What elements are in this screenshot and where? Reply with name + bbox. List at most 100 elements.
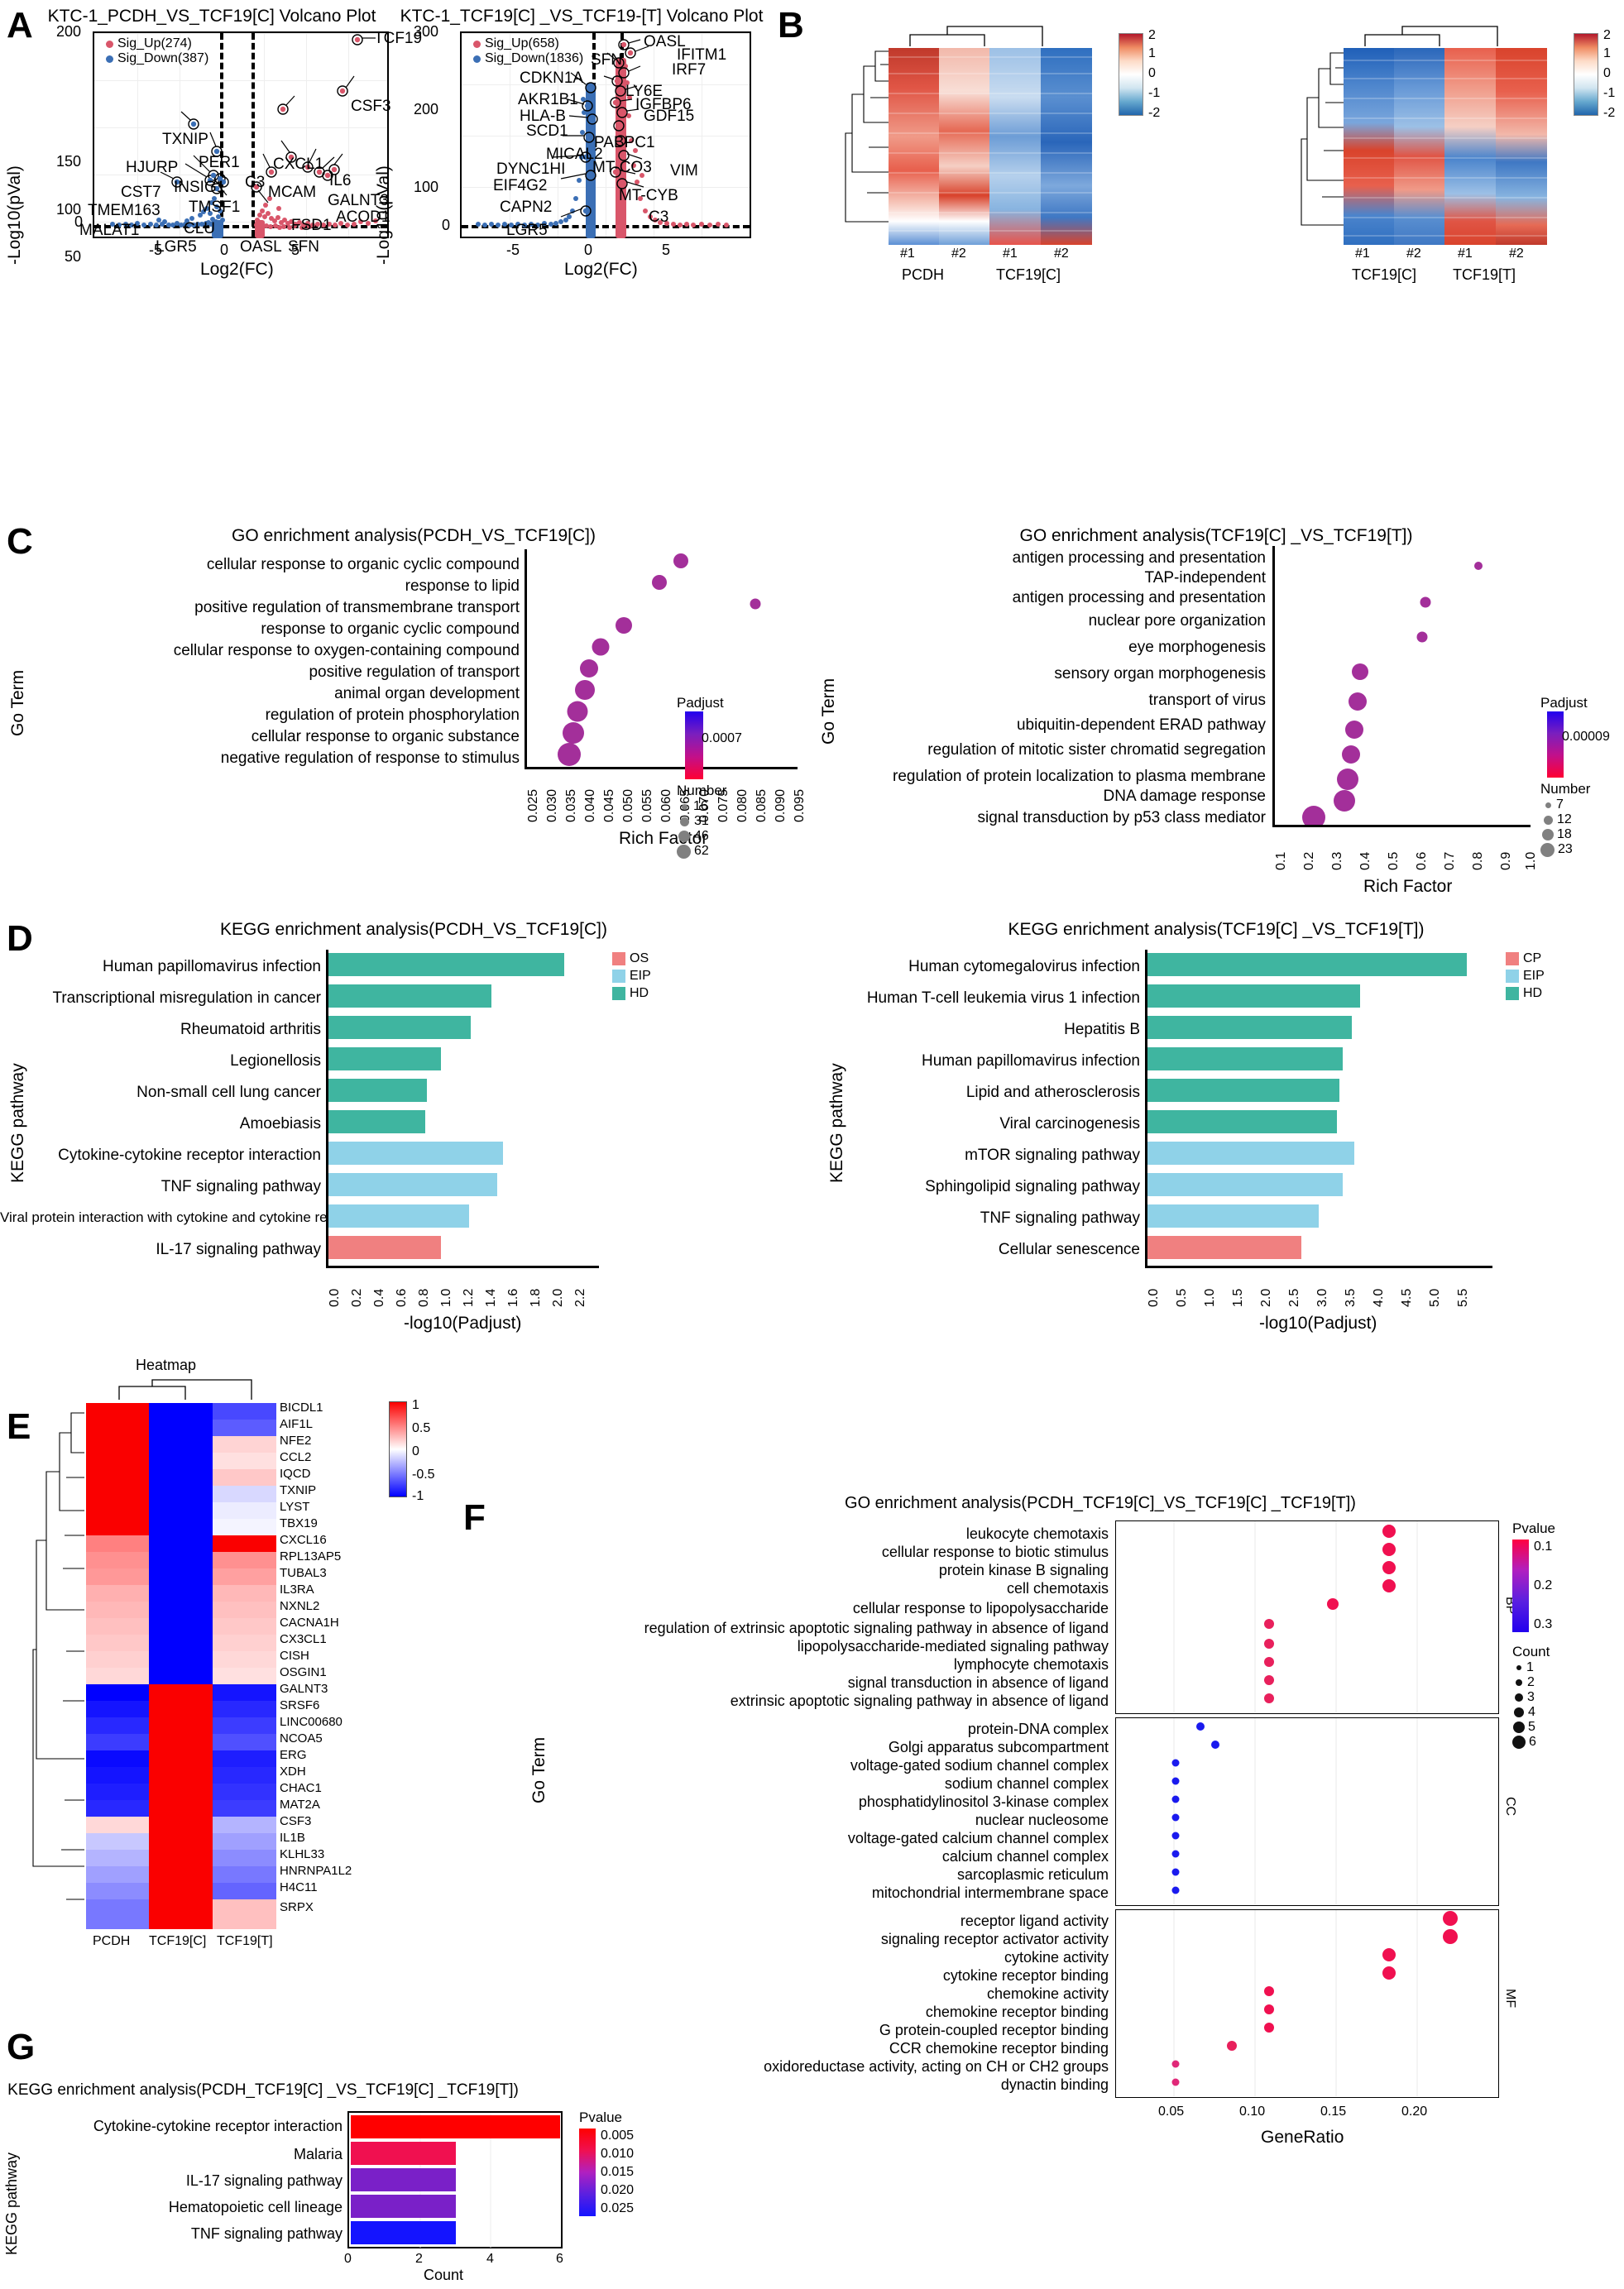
keggD-left-xtick-5: 1.0 [439, 1288, 453, 1307]
keggG-xlabel: Count [424, 2267, 464, 2283]
keggD-left-cat-9: IL-17 signaling pathway [156, 1241, 321, 1258]
heatmapB-right-matrix [1344, 48, 1547, 245]
heatmapE-gene-13: CACNA1H [280, 1616, 339, 1630]
keggD-right-xtick-5: 2.5 [1287, 1288, 1301, 1307]
goF-xtick-0: 0.05 [1158, 2105, 1185, 2119]
volcano2-legend: Sig_Up(658) Sig_Down(1836) [473, 36, 583, 66]
goC-right-term-5: sensory organ morphogenesis [1054, 665, 1266, 682]
goC-left-xtick-5: 0.050 [621, 788, 635, 822]
keggD-left-xtick-9: 1.8 [529, 1288, 543, 1307]
count-dot-3 [1515, 1693, 1523, 1702]
heatmapE-gene-22: XDH [280, 1765, 306, 1779]
goC-right-number-23: 23 [1558, 842, 1573, 856]
keggD-right-cat-0: Human cytomegalovirus infection [908, 958, 1140, 975]
keggD-right-cat-6: mTOR signaling pathway [965, 1147, 1140, 1164]
goF-pvalue-tick-0: 0.1 [1534, 1540, 1553, 1554]
keggD-right-cat-2: Hepatitis B [1064, 1021, 1140, 1038]
heatmapE-gene-3: CCL2 [280, 1450, 312, 1464]
keggD-right-xtick-8: 4.0 [1372, 1288, 1386, 1307]
volcano1-gene-TMSF1: TMSF1 [189, 199, 241, 216]
volcano1-xtick-0: 0 [220, 242, 229, 258]
goF-cc-term-7: calcium channel complex [941, 1848, 1109, 1865]
keggD-left-cat-7: TNF signaling pathway [160, 1178, 321, 1195]
goC-right-xtick-3: 0.4 [1358, 851, 1372, 870]
volcano2-gene-MT-CYB: MT-CYB [619, 187, 678, 204]
volcano2-ytick-200: 200 [414, 101, 439, 117]
goC-left-term-9: negative regulation of response to stimu… [220, 749, 520, 767]
heatmapE-dendrogram-row [32, 1412, 84, 1900]
goC-left-xtick-13: 0.090 [774, 788, 788, 822]
heatmapB-left-dendrogram-col [909, 26, 1043, 46]
goF-count-label: Count [1512, 1644, 1550, 1659]
goC-left-xtick-6: 0.055 [640, 788, 654, 822]
goC-left-number-label: Number [677, 783, 727, 798]
legend-swatch-os [612, 952, 625, 965]
goC-right-term-11: signal transduction by p53 class mediato… [977, 809, 1266, 826]
volcano1-gene-OASL: OASL [240, 238, 282, 256]
heatmapE-scale-1: 1 [412, 1398, 419, 1412]
keggD-left-cat-0: Human papillomavirus infection [102, 958, 321, 975]
goF-bp-term-9: extrinsic apoptotic signaling pathway in… [730, 1693, 1109, 1709]
volcano2-gene-AKR1B1: AKR1B1 [518, 91, 578, 108]
heatmapB-right-dendrogram-col [1364, 26, 1498, 46]
goF-count-6: 6 [1529, 1735, 1536, 1749]
keggD-left-xtick-2: 0.4 [372, 1288, 386, 1307]
keggD-right-legend-0: CP [1523, 951, 1542, 965]
keggD-left-cat-4: Non-small cell lung cancer [137, 1084, 321, 1101]
goC-right-xtick-9: 1.0 [1524, 851, 1538, 870]
heatmapB-left-scale-neg1: -1 [1148, 86, 1161, 100]
goF-count-4: 4 [1528, 1705, 1535, 1719]
legend-dot-down [473, 55, 481, 63]
goC-left-padjust-value: 0.0007 [702, 731, 742, 745]
volcano1-gene-TXNIP: TXNIP [162, 131, 208, 148]
count-dot-5 [1513, 1722, 1525, 1733]
goC-right-xtick-5: 0.6 [1415, 851, 1429, 870]
goC-right-term-8: regulation of mitotic sister chromatid s… [927, 741, 1266, 759]
volcano2-gene-CDKN1A: CDKN1A [520, 69, 584, 87]
legend-swatch-eip [612, 970, 625, 983]
goC-left-number-31: 31 [694, 814, 709, 828]
keggD-right-xtick-4: 2.0 [1259, 1288, 1273, 1307]
heatmapB-left-col-2: #2 [951, 247, 966, 261]
goF-mf-term-5: chemokine receptor binding [925, 2004, 1109, 2020]
volcano1-gene-MALAT1: MALAT1 [79, 222, 140, 239]
volcano1-gene-LGR5: LGR5 [156, 238, 197, 256]
keggD-right-xtick-3: 1.5 [1231, 1288, 1245, 1307]
keggD-left-xtick-6: 1.2 [462, 1288, 476, 1307]
heatmapE-col-pcdh: PCDH [93, 1934, 131, 1948]
number-dot-18 [1542, 829, 1554, 840]
goC-right-legend: Padjust 0.00009 Number 7 12 18 23 [1540, 695, 1610, 857]
heatmapE-gene-15: CISH [280, 1649, 309, 1663]
keggG-xtick-3: 6 [556, 2252, 563, 2266]
volcano2-gene-MT-CO3: MT-CO3 [592, 159, 652, 176]
heatmapE-gene-1: AIF1L [280, 1417, 314, 1431]
keggD-right-cat-3: Human papillomavirus infection [921, 1052, 1140, 1070]
keggG-cat-2: IL-17 signaling pathway [185, 2172, 343, 2189]
heatmapB-left-scale-2: 2 [1148, 28, 1156, 42]
keggG-xtick-2: 4 [486, 2252, 494, 2266]
legend-dot-up [473, 40, 481, 48]
volcano2-title: KTC-1_TCF19[C] _VS_TCF19-[T] Volcano Plo… [400, 7, 764, 26]
heatmapE-gene-5: TXNIP [280, 1483, 317, 1497]
keggG-title: KEGG enrichment analysis(PCDH_TCF19[C] _… [7, 2081, 519, 2099]
heatmapE-colorbar [389, 1401, 407, 1497]
keggD-left-xtick-1: 0.2 [350, 1288, 364, 1307]
keggD-right-xtick-2: 1.0 [1203, 1288, 1217, 1307]
volcano2-xtick-5: 5 [662, 242, 671, 258]
heatmapE-gene-9: RPL13AP5 [280, 1549, 342, 1564]
keggD-left-cat-8: Viral protein interaction with cytokine … [0, 1209, 366, 1225]
goC-left-term-8: cellular response to organic substance [251, 728, 520, 745]
heatmapB-left-col-4: #2 [1054, 247, 1069, 261]
volcano1-legend-down: Sig_Down(387) [117, 51, 209, 65]
goC-right-term-2: antigen processing and presentation [1012, 589, 1266, 606]
heatmapE-gene-7: TBX19 [280, 1516, 318, 1530]
goC-left-term-5: positive regulation of transport [309, 663, 520, 681]
volcano1-ytick-50: 50 [65, 248, 82, 265]
goC-left-xtick-0: 0.025 [526, 788, 540, 822]
goF-xtick-1: 0.10 [1239, 2105, 1266, 2119]
goF-cc-term-6: voltage-gated calcium channel complex [847, 1830, 1109, 1846]
panel-letter-a: A [7, 5, 33, 45]
keggD-right-xtick-7: 3.5 [1344, 1288, 1358, 1307]
heatmapB-right-col-3: #1 [1458, 247, 1473, 261]
goC-left-xtick-3: 0.040 [583, 788, 597, 822]
